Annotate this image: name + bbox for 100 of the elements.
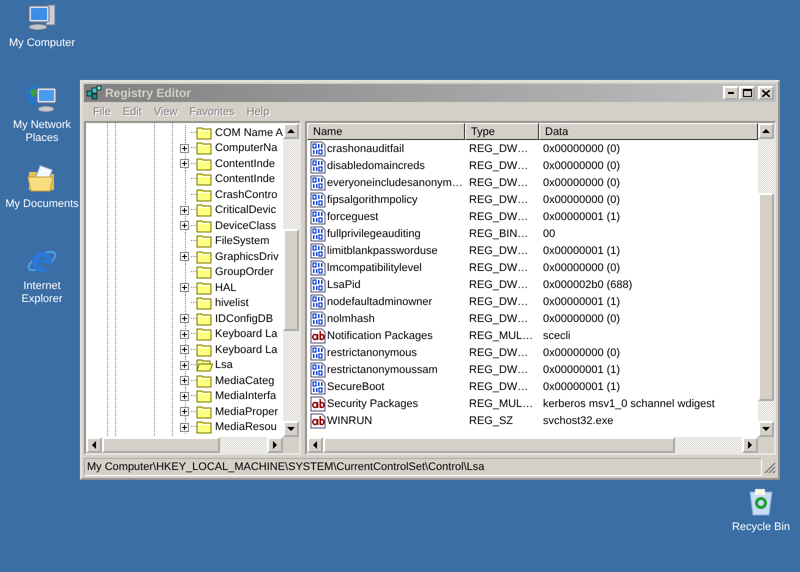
close-button[interactable]: [758, 86, 774, 100]
value-name[interactable]: limitblankpassworduse: [327, 244, 438, 256]
value-data: 0x00000000 (0): [542, 142, 622, 154]
tree-item[interactable]: MediaCateg: [215, 374, 274, 387]
tree-item[interactable]: IDConfigDB: [215, 312, 274, 325]
scrollbar-thumb[interactable]: [323, 437, 676, 453]
expand-icon[interactable]: [180, 422, 189, 432]
value-name[interactable]: disabledomaincreds: [327, 160, 425, 172]
expand-icon[interactable]: [180, 360, 189, 370]
expand-icon[interactable]: [180, 330, 189, 339]
minimize-button[interactable]: [723, 86, 739, 100]
value-data: 00: [542, 228, 556, 240]
tree-item[interactable]: Keyboard La: [215, 344, 278, 356]
scroll-left-button[interactable]: [86, 437, 102, 453]
folder-icon: [196, 374, 213, 388]
tree-item[interactable]: MediaInterfa: [215, 390, 276, 402]
expand-icon[interactable]: [180, 392, 189, 401]
tree-item[interactable]: GroupOrder: [215, 266, 274, 278]
maximize-icon: [742, 89, 752, 97]
horizontal-scrollbar[interactable]: [86, 437, 283, 453]
value-name[interactable]: fipsalgorithmpolicy: [327, 194, 418, 206]
scroll-down-button[interactable]: [758, 421, 774, 438]
left-arrow-icon: [312, 441, 318, 449]
value-name[interactable]: everyoneincludesanonym…: [327, 176, 463, 188]
tree-item[interactable]: MediaResou: [215, 421, 277, 434]
value-name[interactable]: nolmhash: [327, 312, 375, 324]
tree-item[interactable]: ContentInde: [215, 173, 275, 186]
expand-icon[interactable]: [180, 159, 189, 168]
scrollbar-thumb[interactable]: [283, 228, 299, 332]
value-data: 0x00000001 (1): [542, 364, 622, 376]
expand-icon[interactable]: [180, 252, 189, 262]
scroll-right-button[interactable]: [742, 437, 758, 453]
value-name[interactable]: Security Packages: [327, 398, 418, 410]
value-type: REG_DW…: [468, 160, 530, 172]
desktop-icon-label[interactable]: My Documents: [2, 198, 82, 211]
value-type: REG_BIN…: [468, 228, 530, 240]
binary-value-icon: [310, 226, 326, 242]
scroll-left-button[interactable]: [307, 437, 323, 453]
binary-value-icon: [310, 310, 326, 326]
value-name[interactable]: restrictanonymous: [327, 346, 417, 358]
column-header[interactable]: Type: [465, 123, 539, 140]
value-type: REG_DW…: [468, 380, 530, 392]
scroll-down-button[interactable]: [283, 420, 299, 437]
value-name[interactable]: nodefaultadminowner: [327, 296, 432, 308]
vertical-scrollbar[interactable]: [283, 123, 299, 437]
binary-value-icon: [310, 208, 326, 224]
value-type: REG_DW…: [468, 142, 530, 154]
tree-item[interactable]: HAL: [215, 282, 236, 294]
horizontal-scrollbar[interactable]: [307, 437, 758, 453]
expand-icon[interactable]: [180, 376, 189, 386]
folder-icon: [196, 141, 213, 156]
tree-item[interactable]: MediaProper: [215, 406, 278, 418]
tree-item[interactable]: DeviceClass: [215, 220, 276, 232]
desktop-icon-label[interactable]: My Computer: [2, 37, 82, 50]
scroll-up-button[interactable]: [283, 123, 299, 139]
binary-value-icon: [310, 362, 326, 378]
scroll-right-button[interactable]: [267, 437, 283, 453]
expand-icon[interactable]: [180, 206, 189, 215]
value-data: 0x00000000 (0): [542, 160, 622, 172]
tree-item[interactable]: ContentInde: [215, 158, 275, 170]
tree-item[interactable]: FileSystem: [215, 235, 270, 248]
scrollbar-thumb[interactable]: [758, 193, 774, 401]
tree-item[interactable]: COM Name A: [215, 126, 283, 139]
tree-item[interactable]: Keyboard La: [215, 328, 278, 340]
folder-icon: [196, 342, 213, 357]
expand-icon[interactable]: [180, 314, 189, 324]
scrollbar-thumb[interactable]: [102, 437, 220, 453]
expand-icon[interactable]: [180, 407, 189, 416]
tree-item[interactable]: CrashContro: [215, 188, 278, 201]
expand-icon[interactable]: [180, 144, 189, 153]
value-name[interactable]: lmcompatibilitylevel: [327, 262, 422, 274]
desktop-icon-label[interactable]: Internet Explorer: [2, 280, 82, 306]
tree-item[interactable]: CriticalDevic: [215, 204, 276, 216]
tree-item[interactable]: GraphicsDriv: [215, 250, 279, 263]
tree-item[interactable]: hivelist: [215, 297, 249, 310]
value-name[interactable]: Notification Packages: [327, 330, 433, 342]
desktop-icon-label[interactable]: My Network Places: [2, 119, 82, 145]
column-header[interactable]: Data: [539, 123, 758, 140]
scroll-up-button[interactable]: [758, 123, 774, 139]
desktop-icon-label[interactable]: Recycle Bin: [729, 521, 793, 534]
down-arrow-icon: [762, 426, 770, 432]
value-name[interactable]: fullprivilegeauditing: [327, 228, 421, 240]
value-name[interactable]: SecureBoot: [327, 380, 384, 392]
value-name[interactable]: restrictanonymoussam: [327, 364, 438, 376]
value-name[interactable]: crashonauditfail: [327, 142, 404, 154]
maximize-button[interactable]: [739, 86, 755, 100]
value-name[interactable]: forceguest: [327, 210, 378, 222]
value-data: svchost32.exe: [542, 414, 614, 426]
column-header[interactable]: Name: [307, 123, 465, 140]
value-name[interactable]: LsaPid: [327, 278, 361, 290]
tree-item[interactable]: Lsa: [215, 359, 233, 372]
expand-icon[interactable]: [180, 283, 189, 292]
value-data: 0x00000000 (0): [542, 194, 622, 206]
vertical-scrollbar[interactable]: [758, 123, 774, 437]
value-name[interactable]: WINRUN: [327, 414, 372, 426]
expand-icon[interactable]: [180, 221, 189, 230]
value-type: REG_DW…: [468, 194, 530, 206]
tree-item[interactable]: ComputerNa: [215, 142, 278, 154]
resize-grip-icon[interactable]: [762, 460, 776, 474]
expand-icon[interactable]: [180, 345, 189, 354]
